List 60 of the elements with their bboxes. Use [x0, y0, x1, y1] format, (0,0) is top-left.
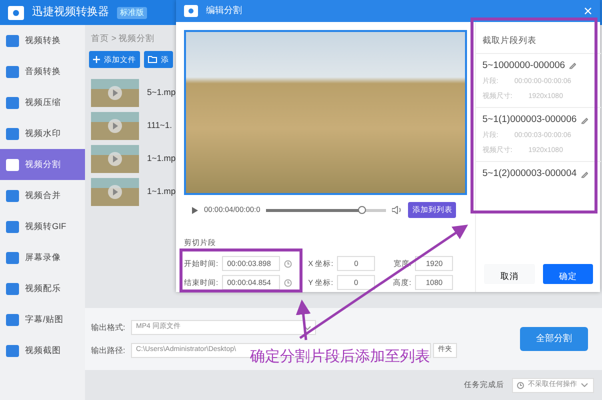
square-icon [6, 128, 19, 140]
video-thumbnail [91, 78, 139, 107]
cancel-button[interactable]: 取消 [484, 264, 535, 284]
sidebar-item[interactable]: 屏幕录像 [0, 242, 85, 273]
close-icon[interactable] [584, 7, 592, 15]
split-all-button[interactable]: 全部分割 [520, 327, 588, 351]
pencil-icon[interactable] [580, 116, 588, 124]
square-icon [6, 158, 19, 170]
chevron-down-icon [304, 326, 311, 330]
segment-name[interactable]: 5~1(2)000003-000004 [482, 167, 577, 182]
square-icon [6, 34, 19, 46]
list-title: 截取片段列表 [481, 34, 538, 47]
sidebar-item[interactable]: 视频合并 [0, 180, 85, 211]
file-name[interactable]: 5~1.mp [147, 86, 176, 100]
segment-name[interactable]: 5~1000000-000006 [482, 58, 566, 73]
pencil-icon[interactable] [580, 170, 588, 178]
file-name[interactable]: 1~1.mp [147, 152, 176, 166]
square-icon [6, 282, 19, 294]
sidebar-item[interactable]: 视频分割 [0, 149, 85, 180]
square-icon [6, 314, 19, 326]
square-icon [6, 66, 19, 78]
slider-thumb[interactable] [358, 206, 366, 214]
square-icon [6, 190, 19, 202]
file-name[interactable]: 1~1.mp [147, 185, 176, 198]
breadcrumb: 首页 > 视频分割 [91, 32, 155, 44]
app-title: 迅捷视频转换器 [32, 5, 109, 20]
file-name[interactable]: 111~1. [147, 119, 172, 132]
chevron-down-icon [581, 383, 588, 387]
pencil-icon[interactable] [569, 62, 576, 70]
output-path-label: 输出路径: [91, 344, 126, 356]
play-icon[interactable] [192, 206, 198, 214]
app-logo-icon [184, 5, 198, 17]
square-icon [6, 252, 19, 264]
plus-icon [93, 56, 100, 64]
sidebar-item[interactable]: 视频压缩 [0, 87, 85, 118]
square-icon [6, 344, 19, 356]
sidebar-item[interactable]: 视频水印 [0, 118, 85, 149]
segment-name[interactable]: 5~1(1)000003-000006 [482, 113, 577, 128]
sidebar-item[interactable]: 视频配乐 [0, 273, 85, 304]
output-format-label: 输出格式: [91, 322, 126, 334]
video-thumbnail [91, 178, 139, 206]
sidebar-item[interactable]: 视频截图 [0, 335, 85, 366]
folder-icon [148, 56, 157, 64]
confirm-button[interactable]: 确定 [542, 264, 594, 284]
video-thumbnail [91, 144, 139, 173]
clock-icon [517, 382, 524, 388]
progress-slider[interactable] [266, 208, 386, 212]
app-logo-icon [8, 6, 24, 20]
square-icon [6, 96, 19, 108]
sidebar-item[interactable]: 字幕/贴图 [0, 304, 85, 335]
reset-icon[interactable] [284, 278, 292, 287]
video-thumbnail [91, 112, 139, 140]
edition-badge: 标准版 [117, 6, 147, 18]
sidebar-item[interactable]: 视频转换 [0, 25, 85, 56]
sidebar-item[interactable]: 音频转换 [0, 56, 85, 87]
speaker-icon[interactable] [392, 206, 402, 214]
dialog-title: 编辑分割 [206, 4, 242, 18]
reset-icon[interactable] [284, 260, 292, 268]
sidebar-item[interactable]: 视频转GIF [0, 211, 85, 242]
square-icon [6, 220, 19, 232]
